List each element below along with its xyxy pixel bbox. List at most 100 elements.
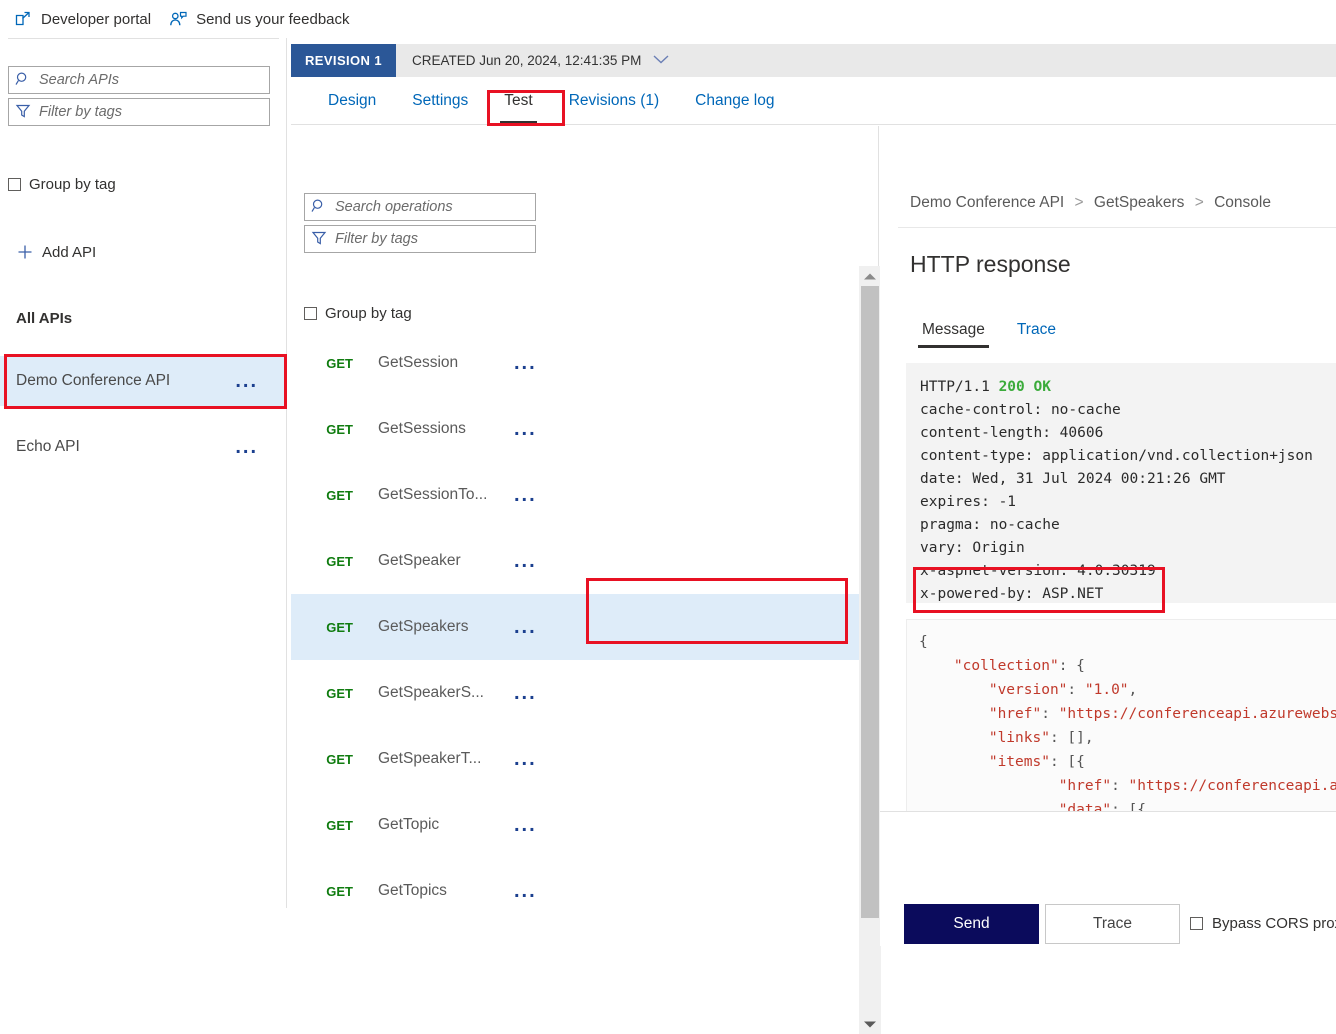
api-context-menu-icon[interactable]: ... bbox=[235, 437, 258, 457]
json-punctuation: : bbox=[1111, 778, 1129, 794]
operation-row[interactable]: GETGetTopicSess...... bbox=[291, 924, 861, 946]
response-tabs: Message Trace bbox=[906, 321, 1072, 348]
send-feedback-button[interactable]: Send us your feedback bbox=[169, 10, 350, 28]
http-verb: GET bbox=[326, 487, 353, 503]
tab-change-log[interactable]: Change log bbox=[677, 77, 792, 124]
operation-row[interactable]: GET GetSpeakerT...... bbox=[291, 726, 861, 792]
sidebar-item-demo-conference-api[interactable]: Demo Conference API ... bbox=[0, 356, 286, 406]
bypass-cors-proxy-checkbox[interactable]: Bypass CORS proxy i bbox=[1190, 915, 1336, 932]
group-by-tag-label-apis: Group by tag bbox=[29, 176, 116, 193]
operation-name: GetSpeakerT... bbox=[378, 750, 482, 767]
operation-row[interactable]: GET GetSpeakers... bbox=[291, 594, 861, 660]
operation-name: GetSessions bbox=[378, 420, 466, 437]
json-punctuation: : bbox=[1041, 706, 1059, 722]
operation-context-menu-icon[interactable]: ... bbox=[514, 881, 537, 901]
api-context-menu-icon[interactable]: ... bbox=[235, 371, 258, 391]
filter-by-tags-placeholder: Filter by tags bbox=[39, 104, 122, 120]
response-headers: HTTP/1.1 200 OK cache-control: no-cache … bbox=[906, 363, 1336, 603]
operation-name: GetSpeakers bbox=[378, 618, 469, 635]
developer-portal-label: Developer portal bbox=[41, 10, 152, 28]
response-header-line: x-powered-by: ASP.NET bbox=[920, 586, 1104, 602]
tab-test[interactable]: Test bbox=[486, 77, 550, 124]
response-header-line: pragma: no-cache bbox=[920, 517, 1060, 533]
operation-context-menu-icon[interactable]: ... bbox=[514, 551, 537, 571]
filter-operations-placeholder: Filter by tags bbox=[335, 231, 418, 247]
operation-context-menu-icon[interactable]: ... bbox=[514, 815, 537, 835]
response-header-line: vary: Origin bbox=[920, 540, 1025, 556]
group-by-tag-checkbox-apis[interactable]: Group by tag bbox=[8, 176, 116, 193]
group-by-tag-label-operations: Group by tag bbox=[325, 305, 412, 322]
tab-trace[interactable]: Trace bbox=[1001, 321, 1072, 348]
search-apis-input[interactable]: Search APIs bbox=[8, 66, 270, 94]
chevron-down-icon[interactable] bbox=[651, 52, 671, 70]
tab-message[interactable]: Message bbox=[906, 321, 1001, 348]
trace-button[interactable]: Trace bbox=[1045, 904, 1180, 944]
operation-context-menu-icon[interactable]: ... bbox=[514, 617, 537, 637]
tab-settings[interactable]: Settings bbox=[394, 77, 486, 124]
operation-row[interactable]: GET GetTopic... bbox=[291, 792, 861, 858]
operation-name: GetSessionTo... bbox=[378, 486, 488, 503]
json-string: "1.0" bbox=[1084, 682, 1129, 698]
operation-name: GetSpeaker bbox=[378, 552, 461, 569]
filter-by-tags-input[interactable]: Filter by tags bbox=[8, 98, 270, 126]
operation-row[interactable]: GET GetTopics... bbox=[291, 858, 861, 924]
json-string: "href" bbox=[988, 706, 1042, 722]
main-content: REVISION 1 CREATED Jun 20, 2024, 12:41:3… bbox=[288, 38, 1336, 1034]
sidebar-item-echo-api[interactable]: Echo API ... bbox=[0, 422, 286, 472]
checkbox-icon[interactable] bbox=[8, 178, 21, 191]
external-link-icon bbox=[14, 10, 32, 28]
operation-row[interactable]: GET GetSessions... bbox=[291, 396, 861, 462]
api-sidebar: Search APIs Filter by tags Group by tag … bbox=[0, 38, 287, 908]
filter-funnel-icon bbox=[15, 103, 33, 121]
filter-operations-by-tags-input[interactable]: Filter by tags bbox=[304, 225, 536, 253]
http-verb: GET bbox=[326, 421, 353, 437]
add-api-label: Add API bbox=[42, 243, 97, 261]
sidebar-divider bbox=[8, 38, 279, 39]
json-string: "version" bbox=[988, 682, 1068, 698]
search-apis-placeholder: Search APIs bbox=[39, 72, 120, 88]
scroll-down-arrow-icon[interactable] bbox=[859, 1014, 881, 1034]
status-line-prefix: HTTP/1.1 bbox=[920, 379, 999, 395]
api-name: Demo Conference API bbox=[16, 372, 171, 389]
operation-row[interactable]: GET GetSpeaker... bbox=[291, 528, 861, 594]
operation-name: GetSession bbox=[378, 354, 459, 371]
breadcrumb-api[interactable]: Demo Conference API bbox=[910, 194, 1064, 211]
tab-revisions[interactable]: Revisions (1) bbox=[551, 77, 677, 124]
operation-row[interactable]: GET GetSession... bbox=[291, 330, 861, 396]
operation-context-menu-icon[interactable]: ... bbox=[514, 749, 537, 769]
page-title: HTTP response bbox=[910, 251, 1071, 277]
search-operations-input[interactable]: Search operations bbox=[304, 193, 536, 221]
operation-context-menu-icon[interactable]: ... bbox=[514, 419, 537, 439]
api-name: Echo API bbox=[16, 438, 80, 455]
operation-row[interactable]: GET GetSessionTo...... bbox=[291, 462, 861, 528]
scroll-up-arrow-icon[interactable] bbox=[859, 266, 881, 286]
operation-row[interactable]: GET GetSpeakerS...... bbox=[291, 660, 861, 726]
checkbox-icon[interactable] bbox=[1190, 917, 1203, 930]
group-by-tag-checkbox-operations[interactable]: Group by tag bbox=[304, 305, 412, 322]
operation-context-menu-icon[interactable]: ... bbox=[514, 485, 537, 505]
developer-portal-button[interactable]: Developer portal bbox=[14, 10, 151, 28]
revision-badge: REVISION 1 bbox=[291, 44, 396, 77]
json-string: "links" bbox=[988, 730, 1050, 746]
breadcrumb-separator: > bbox=[1194, 194, 1204, 211]
operation-name: GetTopic bbox=[378, 816, 440, 833]
operations-list: GET GetSession... GET GetSessions... GET GetS… bbox=[291, 330, 861, 946]
add-api-button[interactable]: Add API bbox=[16, 243, 96, 261]
revision-created-text: CREATED Jun 20, 2024, 12:41:35 PM bbox=[411, 53, 642, 68]
tab-design[interactable]: Design bbox=[310, 77, 394, 124]
operations-scrollbar[interactable] bbox=[859, 266, 881, 1034]
bypass-cors-proxy-label: Bypass CORS proxy bbox=[1212, 915, 1336, 932]
checkbox-icon[interactable] bbox=[304, 307, 317, 320]
send-button[interactable]: Send bbox=[904, 904, 1039, 944]
operations-panel: Search operations Filter by tags Group b… bbox=[291, 126, 881, 1034]
breadcrumb-operation[interactable]: GetSpeakers bbox=[1094, 194, 1184, 211]
operation-context-menu-icon[interactable]: ... bbox=[514, 683, 537, 703]
scrollbar-thumb[interactable] bbox=[861, 286, 879, 918]
response-header-line: cache-control: no-cache bbox=[920, 402, 1121, 418]
breadcrumb-separator: > bbox=[1074, 194, 1084, 211]
operation-context-menu-icon[interactable]: ... bbox=[514, 353, 537, 373]
console-divider bbox=[898, 227, 1336, 228]
api-tabs: Design Settings Test Revisions (1) Chang… bbox=[291, 77, 1336, 125]
json-string: "collection" bbox=[953, 658, 1059, 674]
all-apis-header: All APIs bbox=[16, 310, 73, 327]
